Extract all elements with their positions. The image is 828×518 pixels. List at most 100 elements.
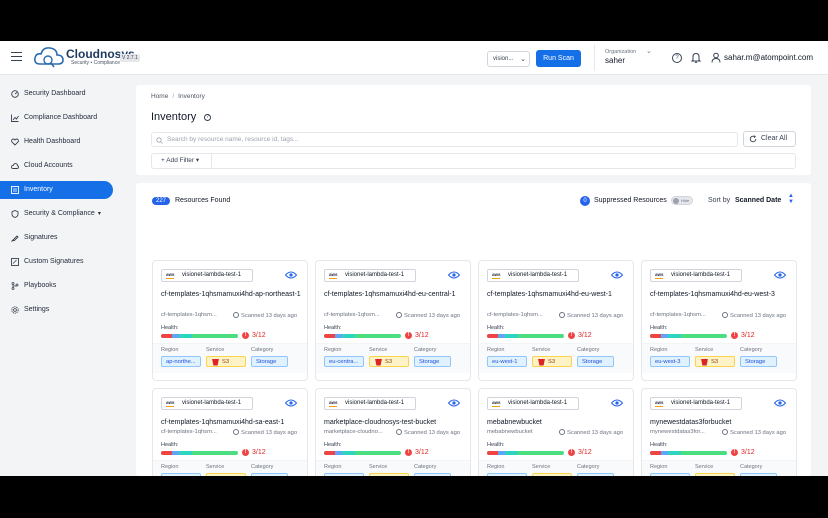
resource-title[interactable]: cf-templates-1qhsmamuxi4hd-eu-west-3 [650, 289, 792, 300]
inventory-header-panel: Home / Inventory Inventory ? Search by res… [136, 85, 811, 175]
scanned-text: Scanned 13 days ago [567, 430, 624, 436]
resource-subtitle: cf-templates-1qhsm... [161, 312, 217, 318]
org-name[interactable]: saher [605, 56, 625, 65]
add-filter-button[interactable]: + Add Filter ▾ [152, 154, 212, 168]
cloudnosys-logo-icon [34, 47, 64, 68]
service-label: Service [532, 347, 551, 353]
sidebar-item-cloud-accounts[interactable]: Cloud Accounts [0, 157, 113, 175]
resource-title[interactable]: cf-templates-1qhsmamuxi4hd-eu-central-1 [324, 289, 466, 300]
health-score: 3/12 [252, 332, 266, 339]
resource-card[interactable]: aws visionet-lambda-test-1 mebabnewbucke… [478, 388, 634, 476]
resource-title[interactable]: cf-templates-1qhsmamuxi4hd-ap-northeast-… [161, 289, 303, 300]
health-bar [161, 451, 238, 455]
resource-title[interactable]: mebabnewbucket [487, 417, 629, 428]
scanned-time: Scanned 13 days ago [396, 312, 460, 319]
sidebar-item-playbooks[interactable]: Playbooks [0, 277, 113, 295]
divider [594, 45, 595, 71]
resource-card[interactable]: aws visionet-lambda-test-1 cf-templates-… [478, 260, 634, 381]
clock-icon [559, 312, 565, 318]
eye-icon[interactable] [774, 271, 786, 279]
clear-all-button[interactable]: Clear All [743, 131, 796, 147]
sidebar-item-signatures[interactable]: Signatures [0, 229, 113, 247]
sidebar: Security Dashboard Compliance Dashboard … [0, 75, 126, 476]
account-select[interactable]: vision... ⌄ [487, 51, 530, 67]
search-input[interactable]: Search by resource name, resource id, ta… [151, 132, 738, 147]
region-tag: eu-west-1 [487, 356, 527, 367]
clock-icon [722, 429, 728, 435]
user-icon[interactable] [711, 52, 721, 63]
resource-title[interactable]: marketplace-cloudnosys-test-bucket [324, 417, 466, 428]
account-name: visionet-lambda-test-1 [671, 272, 731, 278]
region-tag: sa-east-1 [161, 473, 201, 476]
run-scan-button[interactable]: Run Scan [536, 50, 581, 67]
health-bar-critical [161, 451, 172, 455]
menu-icon[interactable] [11, 52, 22, 62]
eye-icon[interactable] [448, 399, 460, 407]
region-label: Region [324, 347, 342, 353]
suppressed-label: Suppressed Resources [594, 197, 667, 204]
health-label: Health: [324, 325, 342, 331]
account-tag: aws visionet-lambda-test-1 [650, 269, 742, 282]
account-tag: aws visionet-lambda-test-1 [487, 397, 579, 410]
account-tag: aws visionet-lambda-test-1 [161, 269, 253, 282]
service-text: S3 [711, 359, 719, 365]
card-footer: Region Service Category sa-east-1 S3 Sto… [153, 460, 307, 476]
region-label: Region [650, 464, 668, 470]
resource-card[interactable]: aws visionet-lambda-test-1 cf-templates-… [641, 260, 797, 381]
sidebar-item-inventory[interactable]: Inventory [0, 181, 113, 199]
eye-icon[interactable] [611, 399, 623, 407]
card-footer: Region Service Category eu-west-1 S3 Sto… [479, 343, 633, 373]
eye-icon[interactable] [611, 271, 623, 279]
eye-icon[interactable] [285, 271, 297, 279]
help-icon[interactable]: ? [672, 53, 682, 63]
region-tag: us-west-2 [324, 473, 364, 476]
sidebar-item-custom-signatures[interactable]: Custom Signatures [0, 253, 113, 271]
resource-card[interactable]: aws visionet-lambda-test-1 mynewestdatas… [641, 388, 797, 476]
chevron-down-icon: ⌄ [520, 56, 526, 63]
suppressed-toggle[interactable]: Hide [671, 196, 693, 205]
sort-select[interactable]: Scanned Date [735, 197, 781, 204]
health-label: Health: [161, 325, 179, 331]
sort-direction-icon[interactable]: ▲ ▼ [788, 193, 794, 205]
resource-card[interactable]: aws visionet-lambda-test-1 cf-templates-… [315, 260, 471, 381]
health-bar-info [334, 334, 343, 338]
account-tag: aws visionet-lambda-test-1 [487, 269, 579, 282]
eye-icon[interactable] [448, 271, 460, 279]
account-tag: aws visionet-lambda-test-1 [161, 397, 253, 410]
org-chevron-down-icon[interactable]: ⌄ [646, 47, 652, 55]
breadcrumb-home[interactable]: Home [151, 93, 168, 100]
resource-title[interactable]: cf-templates-1qhsmamuxi4hd-eu-west-1 [487, 289, 629, 300]
health-bar-info [660, 334, 669, 338]
sidebar-item-label: Playbooks [24, 282, 57, 289]
alert-icon: ! [242, 332, 249, 339]
eye-icon[interactable] [285, 399, 297, 407]
sidebar-item-security-compliance[interactable]: Security & Compliance ▾ [0, 205, 113, 223]
sidebar-item-security-dashboard[interactable]: Security Dashboard [0, 85, 113, 103]
clock-icon [722, 312, 728, 318]
sidebar-item-compliance-dashboard[interactable]: Compliance Dashboard [0, 109, 113, 127]
card-footer: Region Service Category us-west-2 S3 Sto… [316, 460, 470, 476]
alert-icon: ! [405, 332, 412, 339]
sidebar-item-label: Inventory [24, 186, 53, 193]
clock-icon [559, 429, 565, 435]
resource-title[interactable]: mynewestdatas3forbucket [650, 417, 792, 428]
card-footer: Region Service Category us-east-2 S3 Sto… [642, 460, 796, 476]
resource-card[interactable]: aws visionet-lambda-test-1 cf-templates-… [152, 388, 308, 476]
user-email[interactable]: sahar.m@atompoint.com [724, 53, 813, 62]
resource-subtitle: mynewestdatas3for... [650, 429, 705, 435]
inventory-results-panel: 227 Resources Found 0 Suppressed Resourc… [136, 183, 811, 476]
health-bar-info [497, 334, 506, 338]
region-label: Region [161, 464, 179, 470]
eye-icon[interactable] [774, 399, 786, 407]
account-name: visionet-lambda-test-1 [345, 272, 405, 278]
resource-card[interactable]: aws visionet-lambda-test-1 cf-templates-… [152, 260, 308, 381]
resource-card[interactable]: aws visionet-lambda-test-1 marketplace-c… [315, 388, 471, 476]
account-name: visionet-lambda-test-1 [182, 400, 242, 406]
sidebar-item-settings[interactable]: Settings [0, 301, 113, 319]
help-icon[interactable]: ? [204, 114, 211, 121]
shield-icon [11, 210, 19, 218]
bell-icon[interactable] [691, 52, 701, 63]
sidebar-item-health-dashboard[interactable]: Health Dashboard [0, 133, 113, 151]
resource-title[interactable]: cf-templates-1qhsmamuxi4hd-sa-east-1 [161, 417, 303, 428]
health-bar-pass [342, 451, 355, 455]
